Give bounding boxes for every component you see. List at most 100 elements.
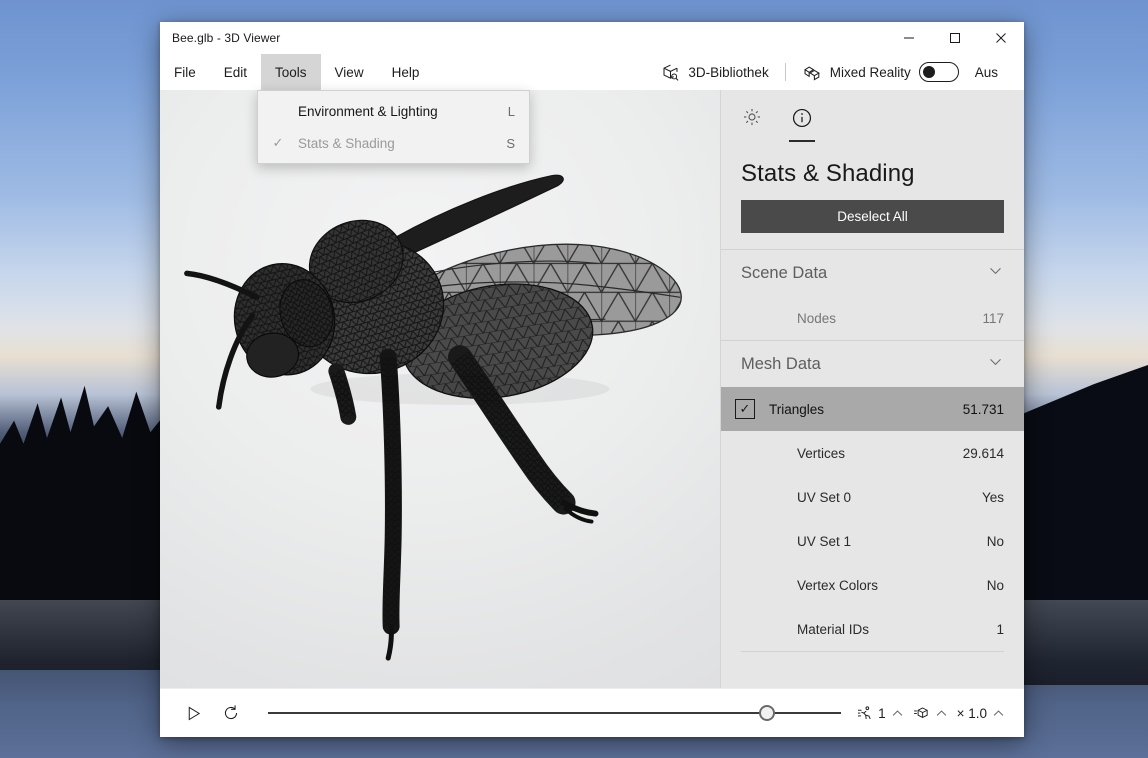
row-label-vertex-colors: Vertex Colors — [797, 577, 879, 593]
row-label-vertices: Vertices — [797, 445, 846, 461]
window-body: Stats & Shading Deselect All Scene Data — [160, 90, 1024, 688]
3d-viewport[interactable] — [160, 90, 720, 688]
window-title: Bee.glb - 3D Viewer — [172, 31, 281, 45]
row-value-vertices: 29.614 — [962, 445, 1004, 461]
desktop: Bee.glb - 3D Viewer File Edit Tools View… — [0, 0, 1148, 758]
row-label-uv-set-0: UV Set 0 — [797, 489, 852, 505]
3d-library-button[interactable]: 3D-Bibliothek — [649, 63, 780, 82]
playback-toolbar: 1 × 1.0 — [160, 688, 1024, 737]
menu-separator — [784, 63, 786, 81]
close-icon — [996, 33, 1006, 43]
section-scene-data-header[interactable]: Scene Data — [741, 250, 1004, 296]
mixed-reality-state: Aus — [974, 64, 998, 80]
close-button[interactable] — [978, 22, 1024, 54]
deselect-all-button[interactable]: Deselect All — [741, 200, 1004, 233]
row-label-material-ids: Material IDs — [797, 621, 870, 637]
3d-library-label: 3D-Bibliothek — [688, 64, 769, 80]
mixed-reality-label: Mixed Reality — [829, 64, 911, 80]
chevron-up-icon — [991, 706, 1006, 721]
row-value-vertex-colors: No — [986, 577, 1004, 593]
check-icon: ✓ — [272, 135, 284, 150]
row-value-uv-set-1: No — [986, 533, 1004, 549]
table-row[interactable]: Nodes 117 — [721, 296, 1024, 340]
reset-button[interactable] — [212, 694, 250, 732]
window-controls — [886, 22, 1024, 54]
panel-title: Stats & Shading — [741, 160, 915, 187]
info-circle-icon — [792, 108, 812, 128]
playback-speed-selector[interactable]: × 1.0 — [953, 694, 1010, 732]
chevron-down-icon — [987, 262, 1004, 284]
maximize-icon — [950, 33, 960, 43]
bee-wireframe-render — [184, 174, 682, 661]
menu-bar: File Edit Tools View Help 3D-Bibliothek — [160, 54, 1024, 164]
menu-bar-right: 3D-Bibliothek Mixed Reality Aus — [649, 54, 1024, 90]
slider-thumb[interactable] — [758, 705, 775, 721]
model-selector[interactable] — [909, 694, 953, 732]
tab-stats[interactable] — [781, 102, 823, 142]
slider-track — [268, 712, 842, 714]
animation-count: 1 — [878, 705, 886, 721]
row-value-uv-set-0: Yes — [981, 489, 1004, 505]
title-bar: Bee.glb - 3D Viewer — [160, 22, 1024, 54]
tools-dropdown-menu: Environment & Lighting L ✓ Stats & Shadi… — [257, 90, 530, 164]
tab-lighting[interactable] — [731, 102, 773, 142]
row-checkbox-triangles[interactable]: ✓ — [721, 399, 769, 419]
menu-help[interactable]: Help — [378, 54, 434, 90]
minimize-button[interactable] — [886, 22, 932, 54]
chevron-up-icon — [934, 706, 949, 721]
menu-edit[interactable]: Edit — [210, 54, 261, 90]
animation-selector[interactable]: 1 — [853, 694, 909, 732]
row-label-triangles: Triangles — [769, 401, 825, 417]
bee-wing-upper — [394, 174, 564, 257]
panel-tab-bar — [721, 90, 1024, 142]
animation-run-icon — [858, 705, 871, 719]
bee-model[interactable] — [160, 90, 720, 688]
reset-icon — [224, 705, 238, 720]
stats-panel: Stats & Shading Deselect All Scene Data — [720, 90, 1024, 688]
maximize-button[interactable] — [932, 22, 978, 54]
mixed-reality-icon — [803, 66, 820, 81]
toggle-knob — [922, 66, 935, 78]
section-scene-data-title: Scene Data — [741, 263, 828, 282]
chevron-up-icon — [890, 706, 905, 721]
app-window: Bee.glb - 3D Viewer File Edit Tools View… — [160, 22, 1024, 737]
cube-search-icon — [663, 64, 679, 81]
section-mesh-data-title: Mesh Data — [741, 354, 821, 373]
section-scene-data: Scene Data Nodes 117 — [721, 249, 1024, 340]
play-button[interactable] — [174, 694, 212, 732]
row-value-material-ids: 1 — [996, 621, 1004, 637]
table-row-uv-set-1[interactable]: UV Set 1 No — [721, 519, 1024, 563]
section-mesh-data: Mesh Data ✓ Triangles 51.731 Vertices 29… — [721, 340, 1024, 651]
mixed-reality-control[interactable]: Mixed Reality Aus — [790, 62, 1010, 82]
table-row-vertices[interactable]: Vertices 29.614 — [721, 431, 1024, 475]
checkbox-checked-icon: ✓ — [735, 399, 755, 419]
table-row-triangles[interactable]: ✓ Triangles 51.731 — [721, 387, 1024, 431]
sun-icon — [744, 109, 761, 126]
menu-tools[interactable]: Tools — [261, 54, 321, 90]
bee-shadow — [310, 373, 610, 405]
menu-item-stats-shading-accel: S — [506, 135, 515, 151]
menu-item-stats-shading-label: Stats & Shading — [298, 135, 395, 151]
section-mesh-data-header[interactable]: Mesh Data — [741, 341, 1004, 387]
table-row-uv-set-0[interactable]: UV Set 0 Yes — [721, 475, 1024, 519]
menu-item-environment-lighting-label: Environment & Lighting — [298, 103, 438, 119]
model-cube-icon — [913, 706, 928, 718]
table-row-vertex-colors[interactable]: Vertex Colors No — [721, 563, 1024, 607]
playback-speed-value: × 1.0 — [956, 705, 987, 721]
menu-view[interactable]: View — [321, 54, 378, 90]
row-label-nodes: Nodes — [797, 310, 837, 326]
mixed-reality-toggle[interactable] — [918, 62, 959, 82]
chevron-down-icon — [987, 353, 1004, 375]
menu-item-stats-shading[interactable]: ✓ Stats & Shading S — [258, 127, 529, 159]
minimize-icon — [904, 37, 914, 39]
timeline-slider[interactable] — [268, 694, 842, 732]
table-row-material-ids[interactable]: Material IDs 1 — [721, 607, 1024, 651]
section-divider — [741, 651, 1004, 652]
menu-item-environment-lighting[interactable]: Environment & Lighting L — [258, 95, 529, 127]
row-value-triangles: 51.731 — [962, 401, 1004, 417]
row-value-nodes: 117 — [982, 310, 1004, 326]
row-label-uv-set-1: UV Set 1 — [797, 533, 852, 549]
play-icon — [188, 706, 200, 720]
menu-item-environment-lighting-accel: L — [507, 103, 515, 119]
menu-file[interactable]: File — [160, 54, 210, 90]
